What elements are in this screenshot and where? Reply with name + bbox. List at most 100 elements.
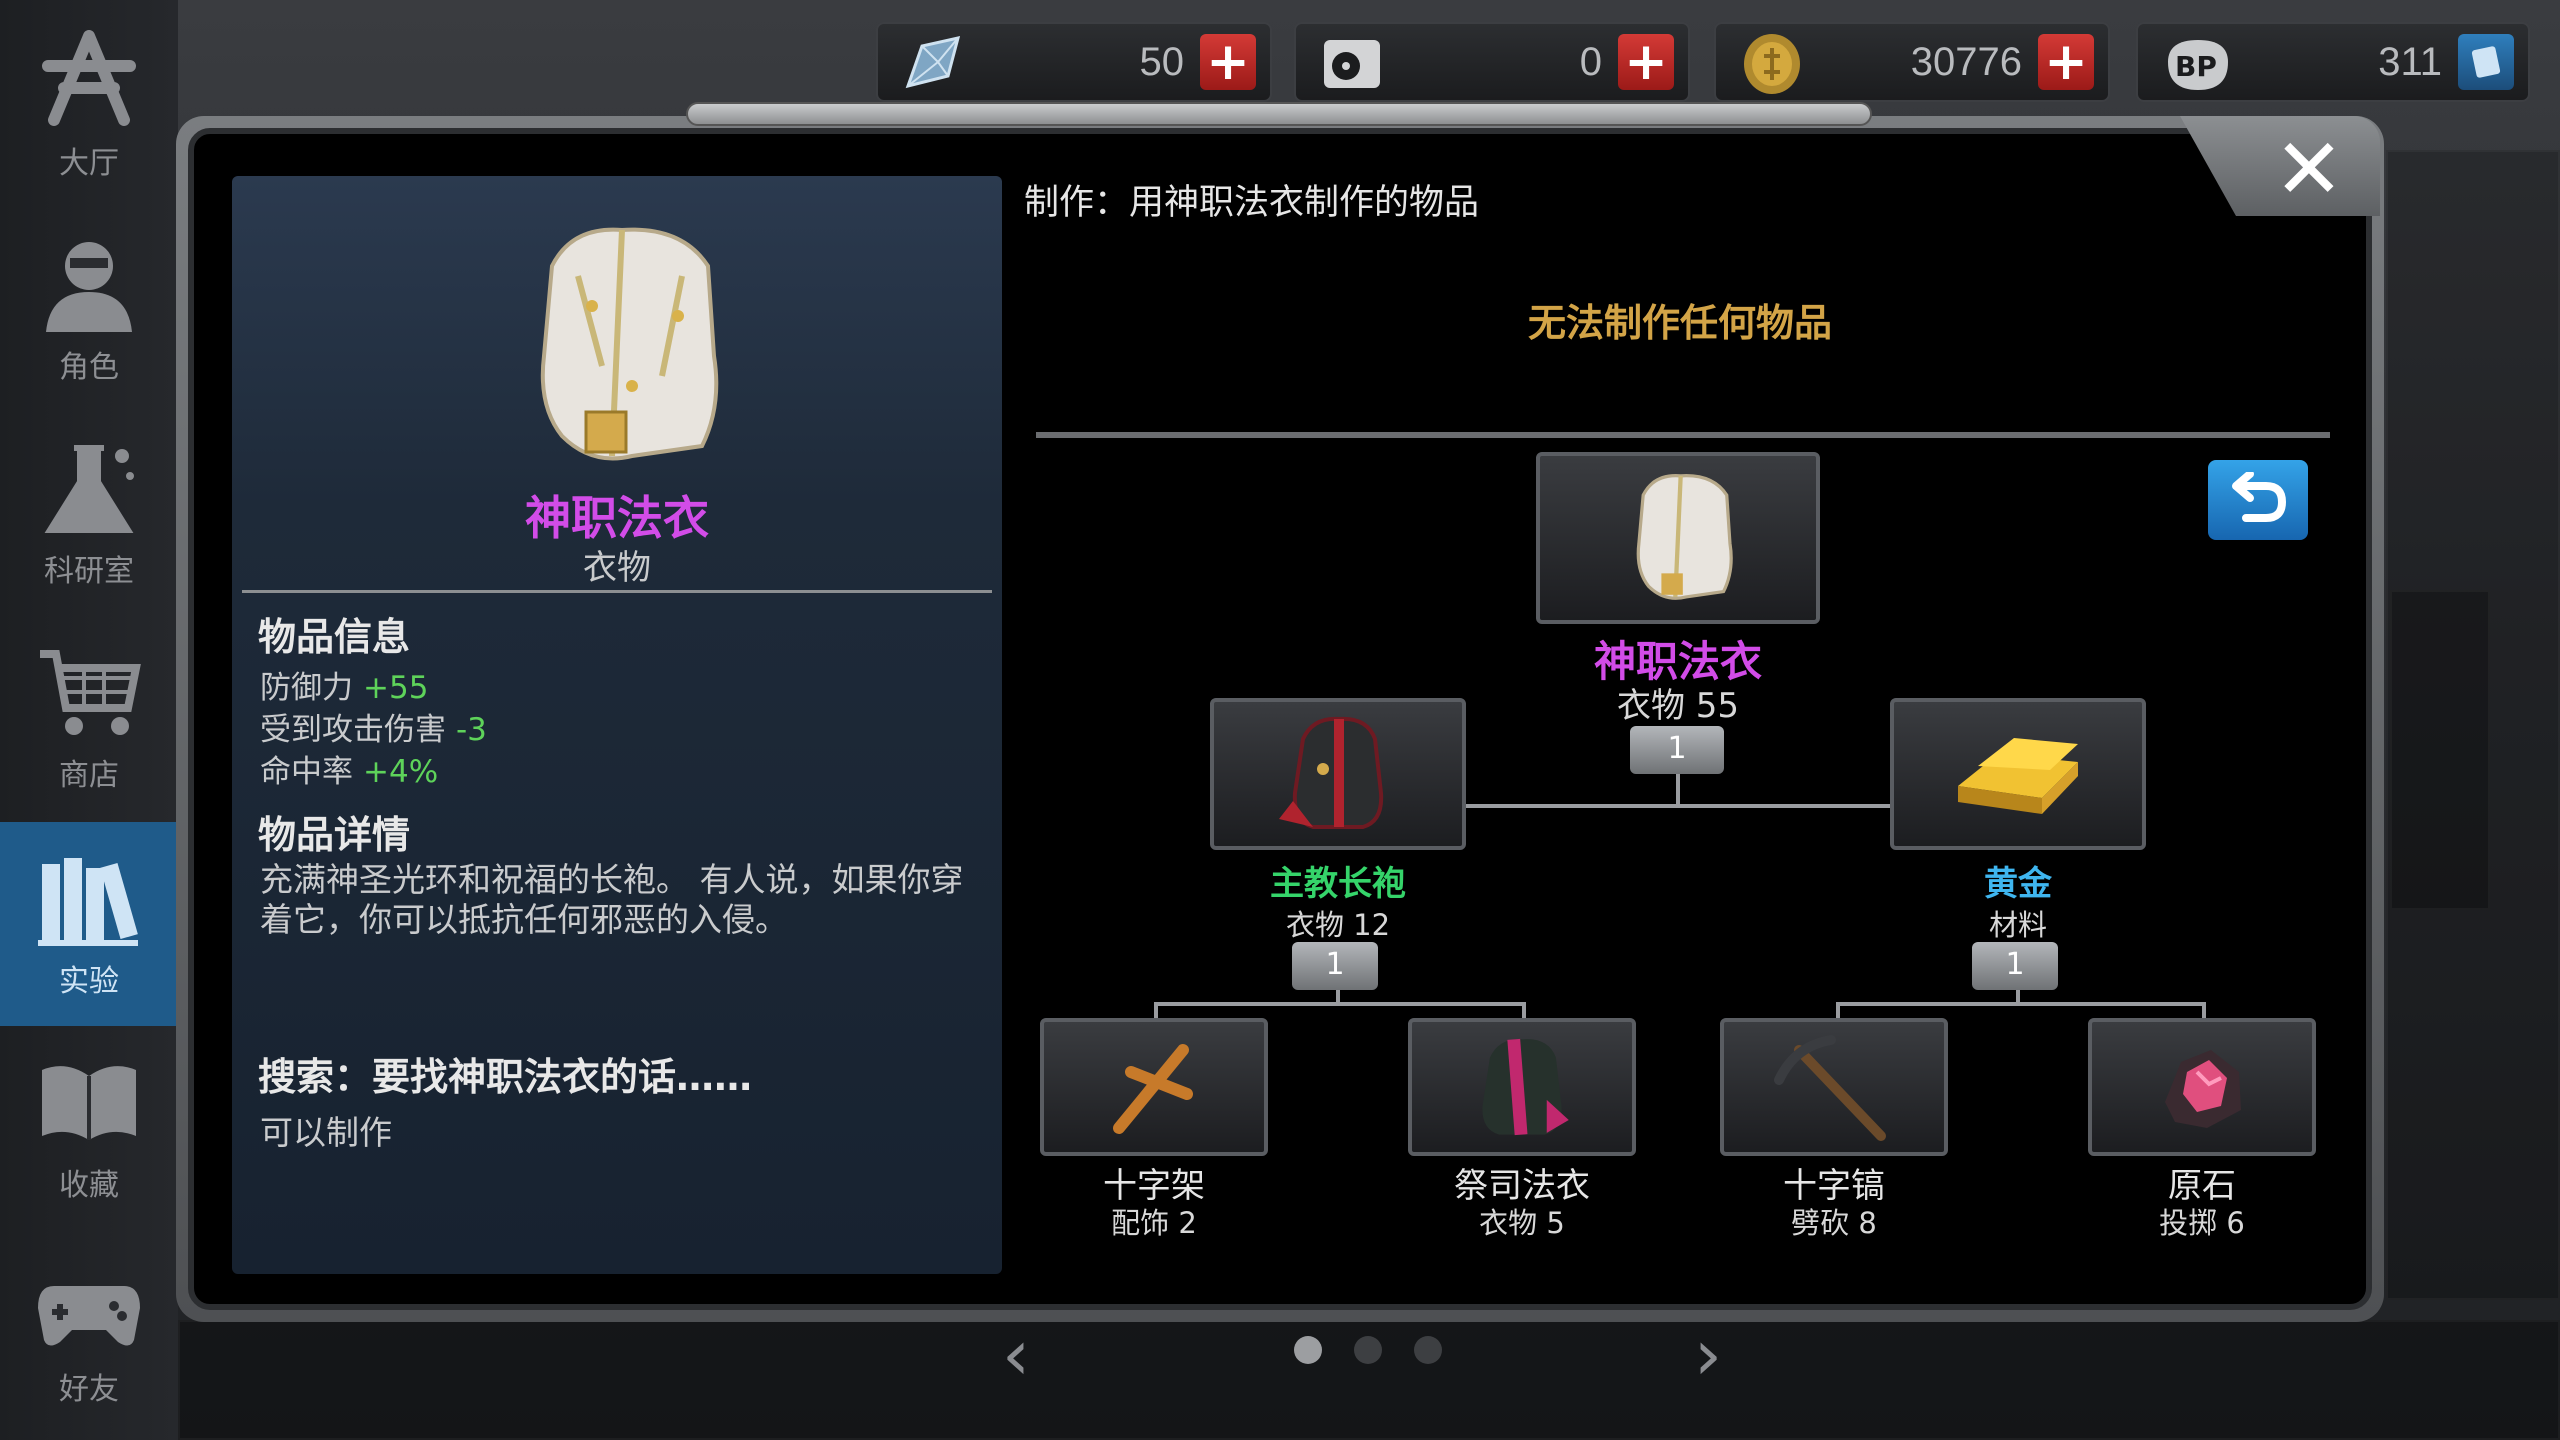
search-title: 搜索：要找神职法衣的话…… [258, 1055, 753, 1099]
book-open-icon [34, 1052, 144, 1152]
lobby-icon [34, 30, 144, 130]
stat-defense: 防御力 +55 [260, 662, 428, 707]
sidebar-item-lobby[interactable]: 大厅 [0, 4, 178, 208]
game-screen: 大厅 角色 科研室 商店 实验 收藏 好友 50 + 0 + 30776 + B… [0, 0, 2560, 1440]
stat-value: +4% [363, 754, 439, 790]
resource-bp: BP 311 [2136, 22, 2530, 102]
bp-count: 311 [2378, 39, 2442, 84]
page-dot[interactable] [1414, 1336, 1442, 1364]
page-dot[interactable] [1354, 1336, 1382, 1364]
item-name: 神职法衣 [525, 491, 709, 545]
sidebar-item-label: 角色 [59, 350, 119, 385]
pickaxe-icon [1774, 1035, 1886, 1141]
shop-cart-icon [34, 642, 144, 742]
sidebar-item-shop[interactable]: 商店 [0, 616, 178, 820]
search-result: 可以制作 [260, 1113, 392, 1152]
gold-bar-icon [1958, 738, 2078, 814]
item-details-title: 物品详情 [258, 813, 411, 857]
sidebar-item-collection[interactable]: 收藏 [0, 1026, 178, 1230]
sidebar-item-lab[interactable]: 科研室 [0, 412, 178, 616]
recipe-left-name: 主教长袍 [1270, 864, 1406, 904]
recipe-node-root[interactable] [1536, 452, 1820, 624]
background-wall-panel [2390, 590, 2490, 910]
item-info-panel: 神职法衣 衣物 物品信息 防御力 +55 受到攻击伤害 -3 命中率 +4% 物品详情… [232, 176, 1002, 1274]
recipe-left-count: 1 [1292, 942, 1378, 990]
crafting-empty-message: 无法制作任何物品 [1527, 301, 1832, 345]
sidebar-item-label: 收藏 [59, 1168, 119, 1203]
bishop-robe-icon [1279, 716, 1384, 829]
stat-label: 防御力 [260, 670, 353, 706]
stat-accuracy: 命中率 +4% [260, 746, 438, 791]
card-icon [2471, 46, 2501, 78]
bp-paw-icon: BP [2158, 32, 2228, 96]
recipe-right-name: 黄金 [1984, 864, 2052, 904]
sidebar-item-label: 实验 [59, 964, 119, 999]
crafting-title: 制作：用神职法衣制作的物品 [1024, 183, 1480, 223]
recipe-left-sub: 衣物 12 [1285, 908, 1391, 942]
recipe-right-sub: 材料 [1988, 908, 2047, 942]
recipe-node-ore[interactable] [2088, 1018, 2316, 1156]
bp-card-button[interactable] [2458, 34, 2514, 90]
recipe-node-bishop-robe[interactable] [1210, 698, 1466, 850]
recipe-leaf-sub: 投掷 6 [2159, 1206, 2245, 1240]
lab-flask-icon [34, 438, 144, 538]
section-divider [1036, 432, 2330, 438]
books-icon [34, 848, 144, 948]
resource-gold: 30776 + [1714, 22, 2110, 102]
sidebar-item-character[interactable]: 角色 [0, 208, 178, 412]
next-page-arrow[interactable]: › [1694, 1320, 1722, 1390]
cross-icon [1113, 1044, 1193, 1134]
sidebar-item-label: 商店 [59, 758, 119, 793]
item-info-title: 物品信息 [258, 615, 411, 659]
close-button[interactable]: ✕ [2268, 127, 2350, 211]
stat-damage-taken: 受到攻击伤害 -3 [260, 704, 487, 749]
modal-scroll-handle[interactable] [686, 102, 1872, 126]
divider [242, 590, 992, 593]
item-image [482, 206, 752, 486]
tree-connector [1154, 1002, 1526, 1006]
stat-value: +55 [363, 670, 429, 706]
add-crystal-button[interactable]: + [1200, 34, 1256, 90]
holy-robe-icon [1636, 474, 1733, 600]
recipe-node-gold[interactable] [1890, 698, 2146, 850]
tree-connector [1836, 1002, 2206, 1006]
sidebar-item-friends[interactable]: 好友 [0, 1230, 178, 1434]
recipe-leaf-sub: 劈砍 8 [1791, 1206, 1877, 1240]
stat-label: 命中率 [260, 754, 353, 790]
svg-text:BP: BP [2175, 50, 2217, 83]
sidebar: 大厅 角色 科研室 商店 实验 收藏 好友 [0, 0, 178, 1440]
recipe-node-priest-robe[interactable] [1408, 1018, 1636, 1156]
character-icon [34, 234, 144, 334]
ore-gem-icon [2165, 1050, 2241, 1128]
page-dot[interactable] [1294, 1336, 1322, 1364]
gold-coin-icon [1736, 32, 1806, 96]
recipe-root-sub: 衣物 55 [1616, 686, 1740, 726]
stat-value: -3 [456, 712, 487, 748]
sidebar-item-label: 好友 [59, 1372, 119, 1407]
recipe-root-count: 1 [1630, 726, 1724, 774]
recipe-leaf-sub: 衣物 5 [1479, 1206, 1565, 1240]
sidebar-item-label: 大厅 [59, 146, 119, 181]
gold-count: 30776 [1910, 39, 2022, 84]
add-gold-button[interactable]: + [2038, 34, 2094, 90]
add-disk-button[interactable]: + [1618, 34, 1674, 90]
crystal-icon [898, 32, 968, 96]
gamepad-icon [34, 1256, 144, 1356]
sidebar-item-lab-experiment[interactable]: 实验 [0, 822, 178, 1026]
tree-connector [1464, 804, 1890, 808]
recipe-node-cross[interactable] [1040, 1018, 1268, 1156]
crystal-count: 50 [1139, 39, 1185, 84]
disk-count: 0 [1579, 39, 1602, 84]
resource-crystal: 50 + [876, 22, 1272, 102]
sidebar-item-label: 科研室 [44, 554, 134, 589]
recipe-node-pickaxe[interactable] [1720, 1018, 1948, 1156]
recipe-leaf-sub: 配饰 2 [1111, 1206, 1197, 1240]
back-button[interactable] [2208, 460, 2308, 540]
item-type: 衣物 [583, 548, 651, 588]
tree-connector [1676, 774, 1680, 806]
disk-icon [1316, 32, 1386, 96]
stat-label: 受到攻击伤害 [260, 712, 446, 748]
priest-robe-icon [1482, 1038, 1569, 1136]
prev-page-arrow[interactable]: ‹ [1002, 1320, 1030, 1390]
item-description: 充满神圣光环和祝福的长袍。 有人说，如果你穿着它，你可以抵抗任何邪恶的入侵。 [260, 860, 964, 939]
